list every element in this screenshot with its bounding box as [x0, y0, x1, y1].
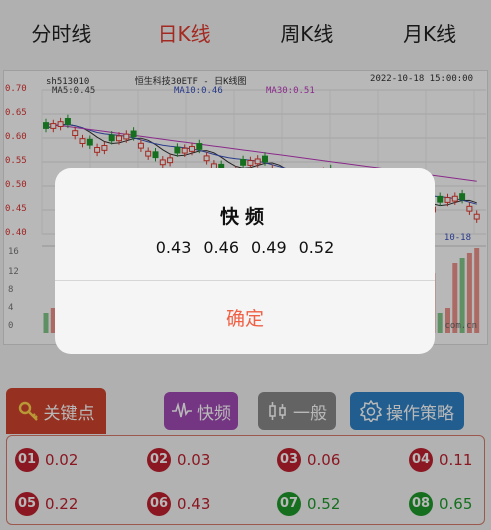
dialog-value: 0.52 — [298, 238, 335, 257]
dialog-value: 0.46 — [203, 238, 239, 257]
dialog-value: 0.43 — [155, 238, 192, 257]
dialog-title: 快频 — [219, 206, 270, 228]
confirm-button[interactable]: 确定 — [55, 281, 435, 354]
dialog-value: 0.49 — [251, 238, 287, 257]
fast-frequency-dialog: 快频 0.43 0.46 0.49 0.52 确定 — [55, 168, 435, 354]
dialog-values: 0.43 0.46 0.49 0.52 — [55, 238, 435, 257]
